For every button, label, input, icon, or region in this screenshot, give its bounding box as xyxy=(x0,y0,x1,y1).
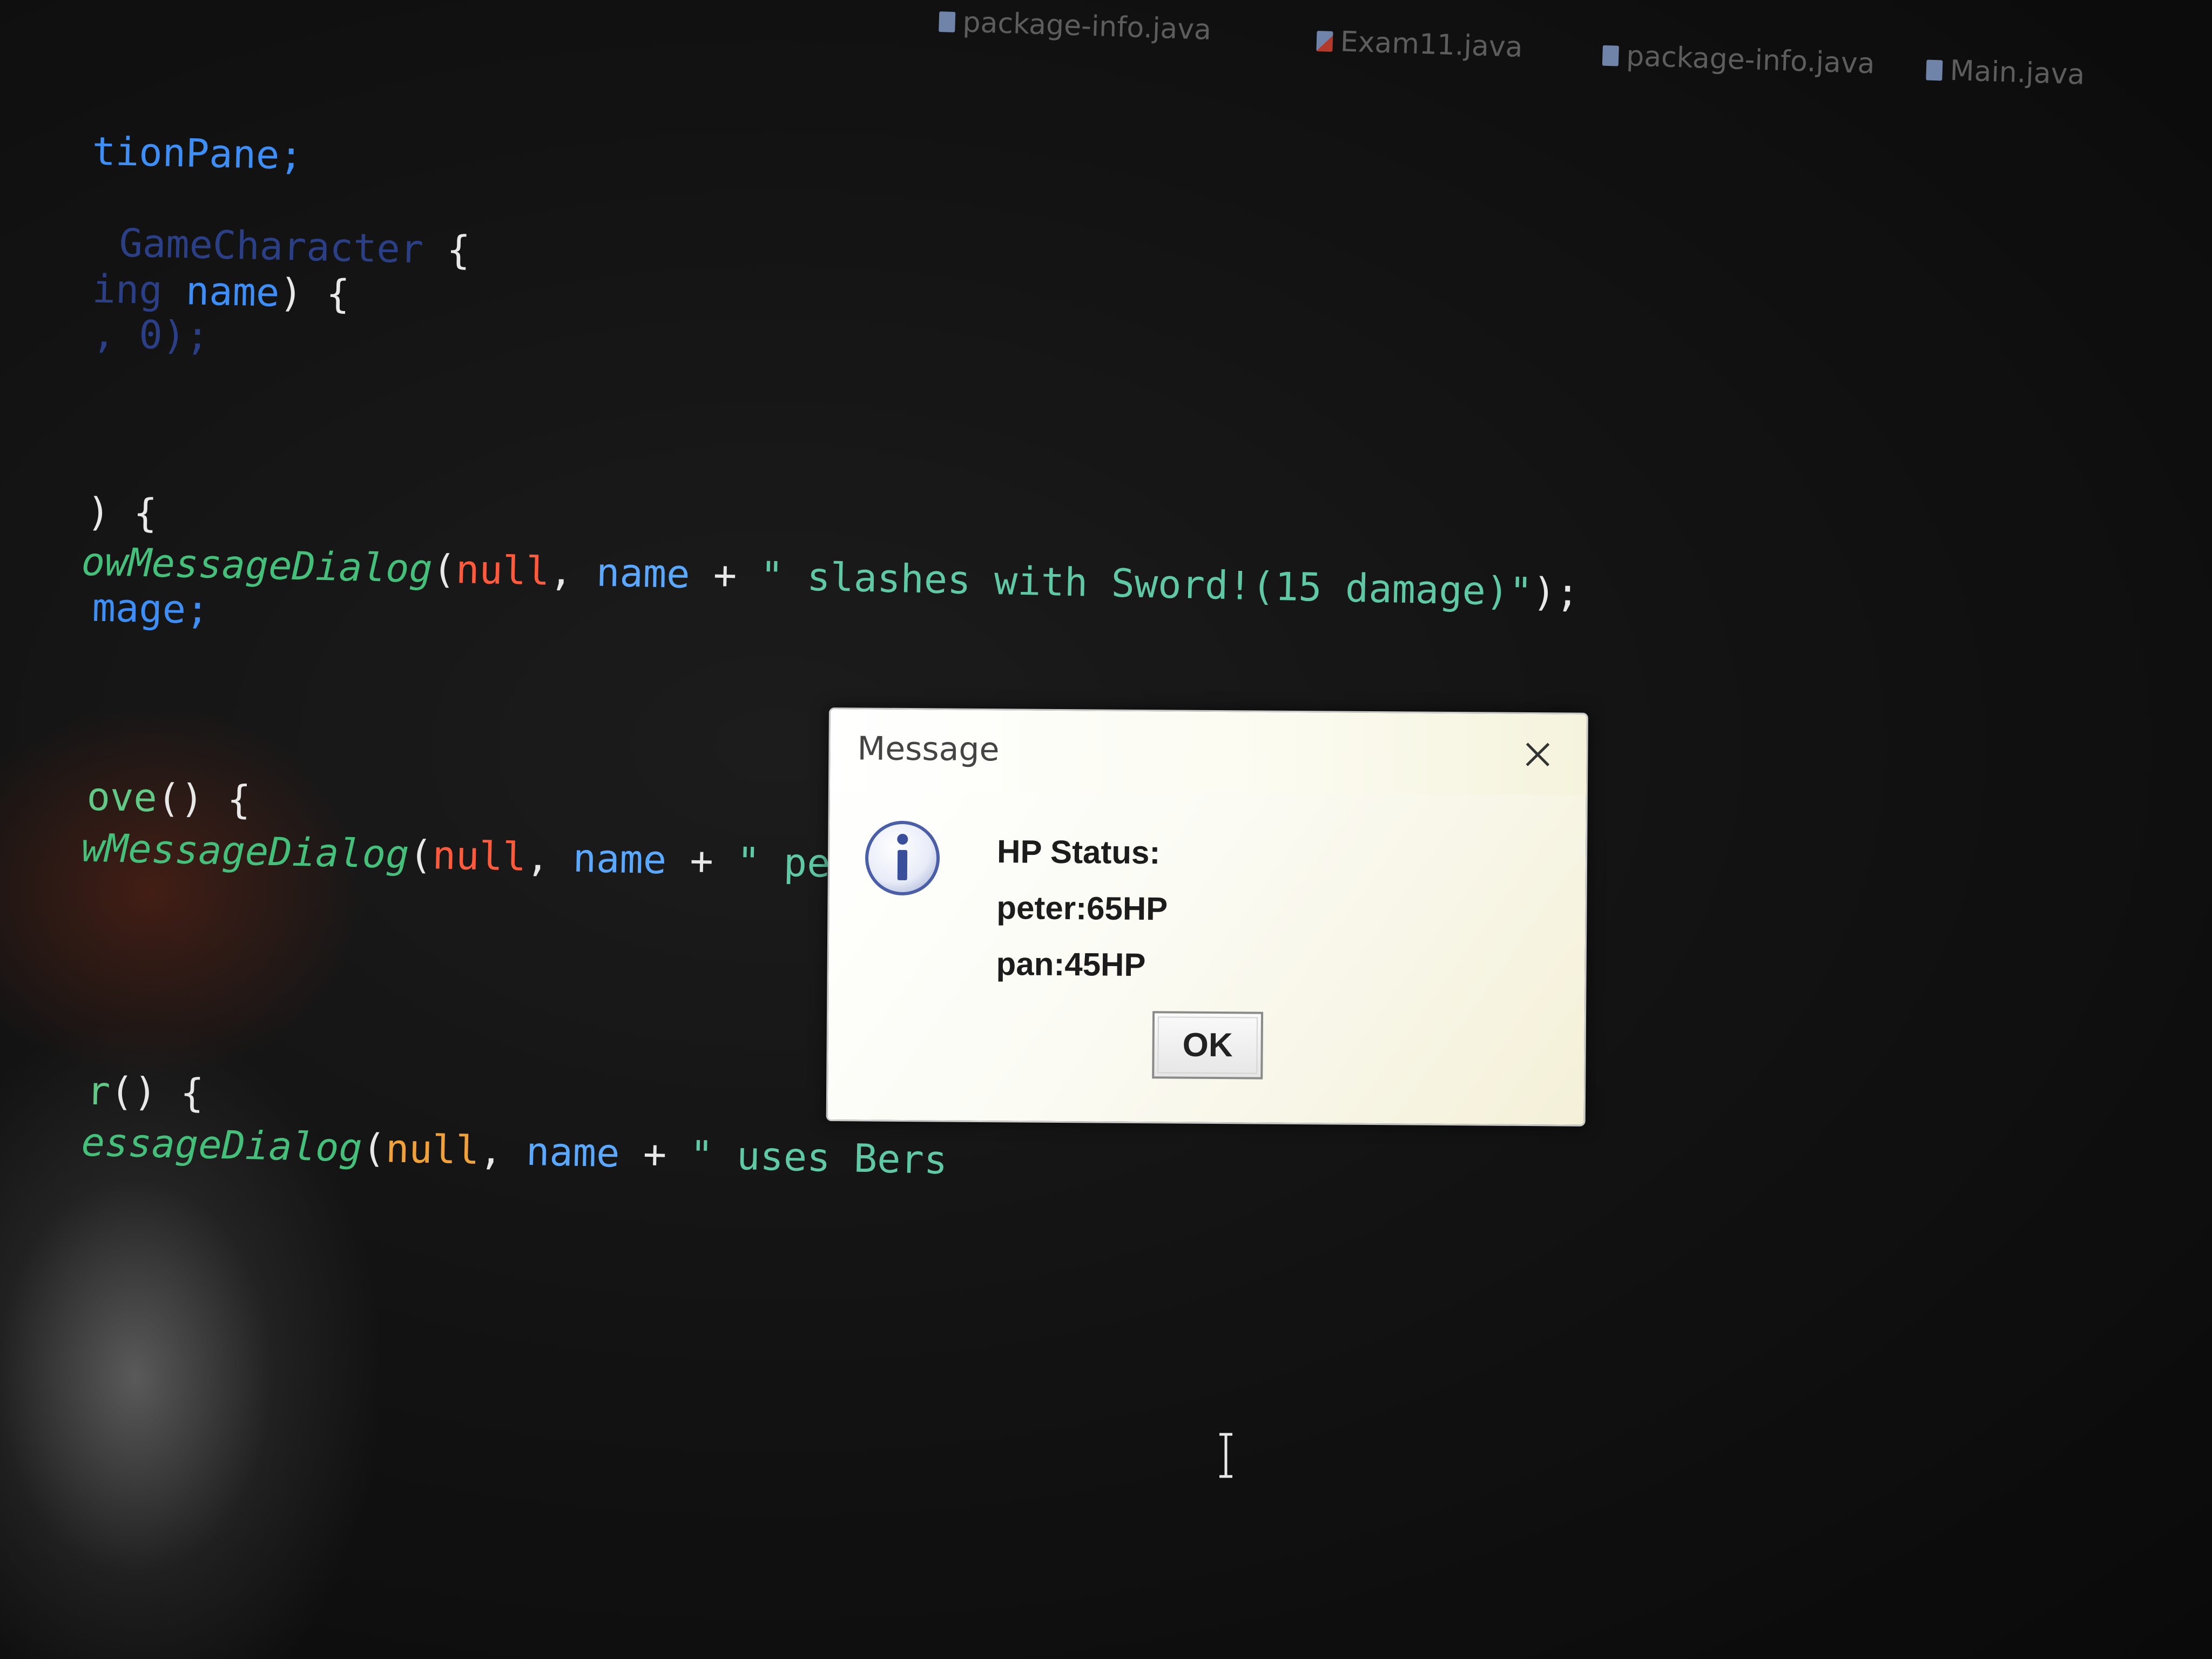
ok-button-focus-ring xyxy=(1157,1016,1258,1074)
tab-package-info[interactable]: package-info.java xyxy=(939,5,1212,46)
text-cursor-icon xyxy=(1219,1433,1232,1478)
code-null: null xyxy=(385,1125,480,1174)
tab-main[interactable]: Main.java xyxy=(1926,54,2085,91)
close-button[interactable] xyxy=(1519,736,1556,773)
code-text: tionPane; xyxy=(91,128,304,178)
code-line[interactable]: mage; xyxy=(0,537,211,678)
message-dialog: Message HP Status: peter:65HP pan:45HP O… xyxy=(826,707,1588,1127)
tab-label: Main.java xyxy=(1949,54,2086,91)
tab-label: Exam11.java xyxy=(1339,25,1523,64)
java-file-icon xyxy=(1926,59,1943,81)
message-text: HP Status: peter:65HP pan:45HP xyxy=(996,824,1168,993)
code-null: null xyxy=(431,832,527,880)
dialog-title: Message xyxy=(857,730,1000,769)
java-file-icon xyxy=(939,11,956,33)
info-icon xyxy=(865,820,940,895)
dialog-titlebar[interactable]: Message xyxy=(830,709,1587,795)
code-null: null xyxy=(455,547,550,594)
code-text: ) { xyxy=(279,269,350,317)
code-text: ); xyxy=(1532,569,1580,616)
message-line-heading: HP Status: xyxy=(996,833,1161,871)
code-string: " uses Bers xyxy=(689,1132,948,1183)
code-method: wMessageDialog xyxy=(80,825,410,878)
code-string: " slashes with Sword!(15 damage)" xyxy=(759,552,1533,615)
code-text: , xyxy=(525,834,574,881)
code-text: ( xyxy=(361,1125,387,1171)
ok-button[interactable]: OK xyxy=(1152,1011,1264,1080)
java-file-icon xyxy=(1602,45,1619,66)
code-line[interactable]: owMessageDialog(null, name + " slashes w… xyxy=(0,491,1581,661)
tab-label: package-info.java xyxy=(962,6,1212,46)
code-text: , xyxy=(549,548,597,595)
code-line[interactable]: essageDialog(null, name + " uses Bers xyxy=(0,1072,949,1228)
code-text: + xyxy=(689,551,761,598)
code-identifier: name xyxy=(596,549,691,597)
code-text: + xyxy=(619,1130,691,1178)
message-line-pan: pan:45HP xyxy=(996,946,1146,983)
message-line-peter: peter:65HP xyxy=(996,889,1168,927)
code-text: ( xyxy=(408,832,433,878)
code-text: mage; xyxy=(91,584,210,633)
tab-exam11[interactable]: Exam11.java xyxy=(1316,25,1523,64)
code-line[interactable]: , 0); xyxy=(0,264,211,404)
screen: package-info.java Exam11.java package-in… xyxy=(0,0,2212,1659)
code-text: , 0); xyxy=(91,311,210,359)
code-text: , xyxy=(478,1128,527,1174)
code-method: essageDialog xyxy=(80,1119,363,1171)
code-line[interactable]: wMessageDialog(null, name + " performs xyxy=(0,778,972,934)
code-identifier: name xyxy=(572,835,667,883)
close-icon xyxy=(1526,743,1550,767)
java-class-error-icon xyxy=(1316,31,1333,52)
tab-package-info-2[interactable]: package-info.java xyxy=(1602,39,1875,80)
code-identifier: name xyxy=(525,1128,621,1176)
tab-label: package-info.java xyxy=(1626,40,1876,80)
code-text: { xyxy=(423,226,471,273)
code-text: + xyxy=(666,837,738,885)
code-text: ( xyxy=(431,546,457,592)
editor-tab-bar: package-info.java Exam11.java package-in… xyxy=(591,0,2212,132)
